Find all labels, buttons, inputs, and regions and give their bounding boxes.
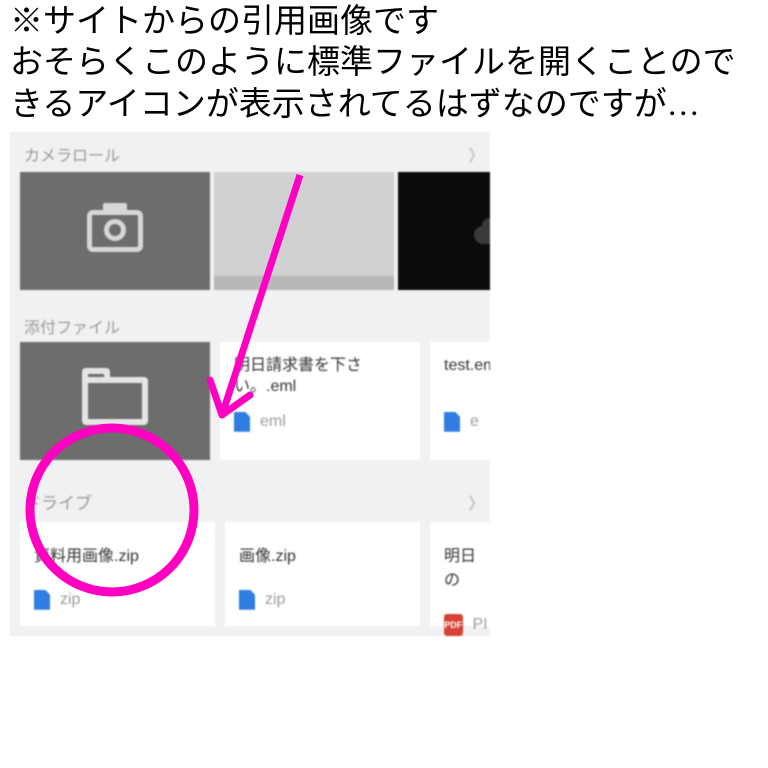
file-title: 明日請求書を下さい。.eml (234, 356, 406, 398)
folder-browse-tile[interactable] (20, 342, 210, 460)
caption-text: ※サイトからの引用画像です おそらくこのように標準ファイルを開くことのできるアイ… (0, 0, 768, 126)
document-icon (444, 412, 460, 432)
chevron-right-icon (468, 140, 476, 168)
photo-thumbnail[interactable] (214, 172, 394, 290)
file-ext: eml (470, 413, 480, 431)
document-icon (34, 590, 50, 610)
camera-open-tile[interactable] (20, 172, 210, 290)
file-title: 資料用画像.zip (34, 542, 201, 566)
attach-file-card[interactable]: test.eml eml (430, 342, 490, 460)
cloud-icon (474, 226, 490, 244)
camera-row (10, 172, 490, 300)
section-attach-title: 添付ファイル (24, 320, 120, 337)
file-ext: zip (60, 591, 80, 609)
attach-file-card[interactable]: 明日請求書を下さい。.eml eml (220, 342, 420, 460)
camera-icon (87, 210, 143, 252)
drive-file-card[interactable]: 画像.zip zip (225, 522, 420, 626)
attach-row: 明日請求書を下さい。.eml eml test.eml eml (10, 342, 490, 470)
chevron-right-icon (468, 488, 476, 516)
drive-file-card[interactable]: 資料用画像.zip zip (20, 522, 215, 626)
file-ext: eml (260, 413, 286, 431)
section-camera-title: カメラロール (24, 142, 120, 166)
pdf-icon: PDF (444, 614, 463, 636)
folder-icon (82, 377, 148, 425)
app-panel: カメラロール 添付ファイル 明日請求書を下さい。.eml eml test.em… (10, 132, 490, 636)
drive-row: 資料用画像.zip zip 画像.zip zip 明日の PDF PDF (10, 522, 490, 636)
file-title: 明日の (444, 542, 486, 590)
file-ext: PDF (473, 616, 486, 634)
drive-file-card[interactable]: 明日の PDF PDF (430, 522, 490, 626)
file-ext: zip (265, 591, 285, 609)
document-icon (239, 590, 255, 610)
file-title: test.eml (444, 356, 490, 398)
section-camera-header[interactable]: カメラロール (10, 132, 490, 172)
document-icon (234, 412, 250, 432)
section-attach-header[interactable]: 添付ファイル (10, 300, 490, 342)
section-drive-header[interactable]: ドライブ (10, 470, 490, 522)
file-title: 画像.zip (239, 542, 406, 566)
section-drive-title: ドライブ (24, 489, 92, 514)
photo-thumbnail-dark[interactable] (398, 172, 490, 290)
